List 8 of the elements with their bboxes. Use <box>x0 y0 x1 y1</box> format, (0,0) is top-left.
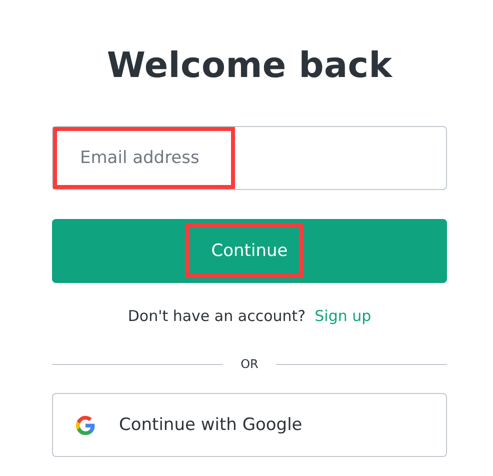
email-field[interactable]: Email address <box>52 126 447 190</box>
divider-label: OR <box>240 357 260 371</box>
continue-button[interactable]: Continue <box>52 219 447 283</box>
signup-link[interactable]: Sign up <box>314 307 372 325</box>
google-icon <box>74 414 97 436</box>
signup-prompt: Don't have an account? <box>128 307 306 325</box>
social-login-button[interactable]: Continue with Google <box>52 393 447 457</box>
page-heading: Welcome back <box>106 45 394 88</box>
